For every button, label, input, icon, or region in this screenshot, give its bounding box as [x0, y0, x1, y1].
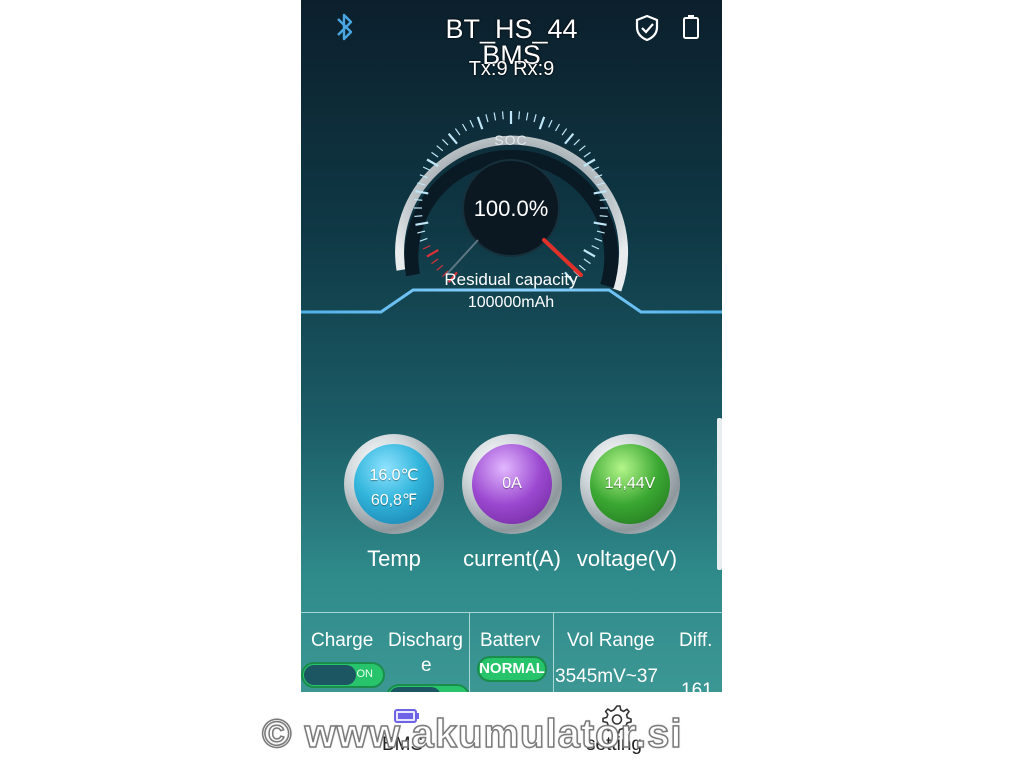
gauge-tick [599, 215, 608, 218]
temp-fahrenheit: 60,8℉ [370, 492, 418, 509]
gauge-tick [431, 151, 439, 158]
gauge-tick [583, 258, 591, 265]
watermark: © www.akumulator.si [261, 711, 683, 757]
bms-app-screen: BT_HS_44 BMS Tx:9 Rx:9 SOC 100.0% Residu… [301, 0, 722, 768]
gauge-tick [414, 215, 423, 218]
gauge-tick [583, 249, 596, 258]
gauge-tick [419, 237, 428, 242]
gauge-tick [414, 198, 423, 201]
gauge-tick [431, 258, 439, 265]
shield-check-icon[interactable] [634, 14, 660, 42]
gauge-tick [485, 114, 489, 123]
charge-toggle[interactable]: ON [301, 662, 385, 688]
gauge-tick [441, 138, 449, 146]
gauge-tick [426, 249, 439, 258]
gauge-tick [564, 132, 575, 145]
voltage-orb[interactable]: 14,44V [580, 434, 680, 534]
gauge-tick [436, 145, 444, 152]
gauge-tick [469, 119, 474, 128]
current-orb[interactable]: 0A [462, 434, 562, 534]
current-value: 0A [502, 475, 522, 492]
soc-value: 100.0% [473, 196, 549, 221]
gauge-tick [578, 145, 586, 152]
vol-range-value: 3545mV~37 [555, 666, 658, 687]
voltage-label: voltage(V) [576, 546, 678, 571]
charge-toggle-state: ON [356, 668, 374, 680]
gauge-tick [501, 111, 504, 120]
battery-status-badge: NORMAL [477, 656, 547, 682]
residual-capacity-label: Residual capacity [444, 270, 578, 289]
discharge-header-wrap: e [421, 655, 432, 676]
temp-label: Temp [367, 546, 421, 571]
gauge-tick [573, 138, 581, 146]
gauge-tick [476, 116, 484, 130]
discharge-header: Discharg [388, 630, 463, 651]
gauge-tick [454, 128, 461, 136]
gauge-tick [533, 114, 537, 123]
residual-capacity-value: 100000mAh [467, 294, 555, 311]
gauge-tick [461, 123, 468, 132]
gauge-tick [426, 158, 439, 167]
vol-range-header: Vol Range [567, 630, 655, 651]
gauge-tick [561, 128, 568, 136]
gauge-tick [538, 116, 546, 130]
gauge-tick [422, 166, 431, 171]
gauge-tick [422, 245, 431, 250]
diff-header: Diff. [679, 630, 713, 651]
column-divider [469, 612, 470, 692]
voltage-value: 14,44V [604, 475, 656, 492]
gauge-tick [599, 198, 608, 201]
soc-label: SOC [494, 132, 528, 148]
gauge-tick [518, 111, 521, 120]
battery-header: Battery [480, 630, 541, 646]
gauge-tick [493, 112, 497, 121]
gauge-tick [591, 245, 600, 250]
battery-icon [683, 15, 699, 39]
gauge-tick [554, 123, 561, 132]
gauge-tick [583, 151, 591, 158]
current-label: current(A) [463, 546, 561, 571]
scroll-edge [717, 418, 722, 570]
gauge-tick [548, 119, 553, 128]
temp-orb[interactable]: 16.0℃ 60,8℉ [344, 434, 444, 534]
charge-header: Charge [311, 630, 374, 651]
gauge-tick [525, 112, 529, 121]
column-divider [553, 612, 554, 692]
gauge-tick [447, 132, 458, 145]
temp-celsius: 16.0℃ [369, 467, 419, 484]
gauge-tick [594, 237, 603, 242]
